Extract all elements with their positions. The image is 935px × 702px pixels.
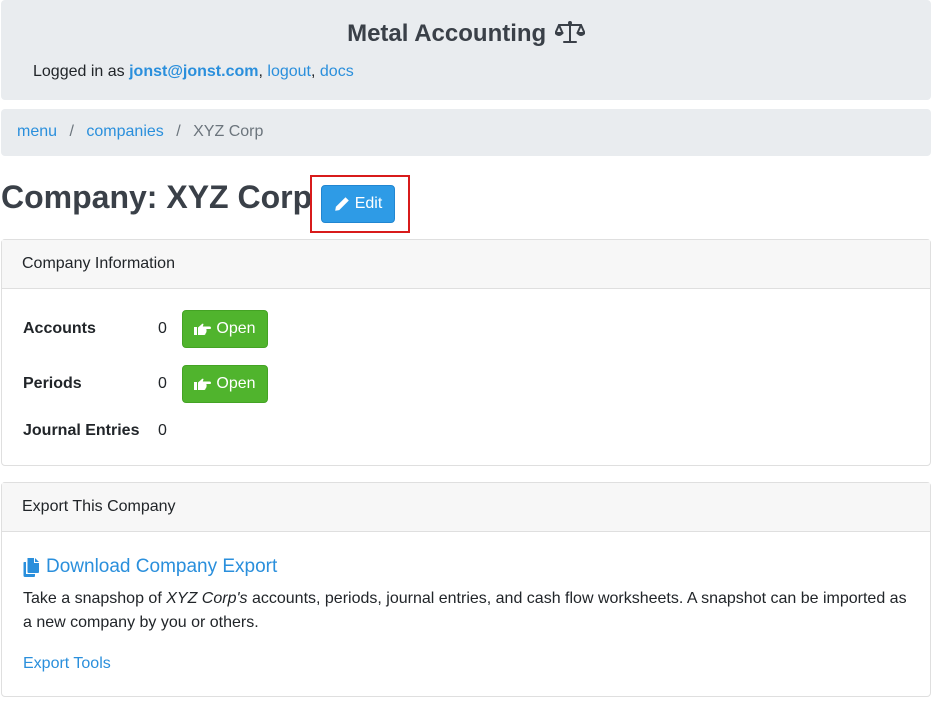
docs-link[interactable]: docs	[320, 63, 354, 80]
app-header: Metal Accounting Logged in as jonst@jons…	[1, 0, 931, 100]
export-tools-link[interactable]: Export Tools	[23, 655, 111, 673]
open-periods-button[interactable]: Open	[182, 365, 268, 403]
accounts-label: Accounts	[23, 320, 96, 337]
company-info-card: Company Information Accounts 0 Open Peri…	[1, 239, 931, 466]
logout-link[interactable]: logout	[267, 63, 311, 80]
comma-separator: ,	[258, 63, 263, 80]
download-export-link[interactable]: Download Company Export	[23, 556, 277, 578]
hand-pointing-icon	[194, 378, 212, 390]
accounts-row: Accounts 0 Open	[23, 310, 268, 348]
breadcrumb: menu / companies / XYZ Corp	[1, 109, 931, 156]
breadcrumb-separator: /	[69, 123, 74, 140]
open-accounts-label: Open	[216, 320, 256, 337]
pencil-icon	[334, 197, 349, 211]
app-title: Metal Accounting	[1, 20, 931, 51]
company-info-header: Company Information	[2, 240, 930, 289]
comma-separator: ,	[310, 63, 316, 80]
journal-entries-row: Journal Entries 0	[23, 422, 182, 440]
breadcrumb-menu-link[interactable]: menu	[17, 123, 57, 140]
periods-row: Periods 0 Open	[23, 365, 268, 403]
login-prefix: Logged in as	[33, 63, 125, 80]
journal-entries-count: 0	[158, 422, 167, 439]
login-status: Logged in as jonst@jonst.com, logout, do…	[33, 63, 354, 81]
journal-entries-label: Journal Entries	[23, 422, 140, 439]
user-email-link[interactable]: jonst@jonst.com	[129, 63, 258, 80]
edit-button[interactable]: Edit	[321, 185, 395, 223]
open-accounts-button[interactable]: Open	[182, 310, 268, 348]
page-title: Company: XYZ Corp	[1, 179, 313, 215]
balance-scale-icon	[554, 20, 586, 51]
copy-files-icon	[23, 557, 39, 577]
breadcrumb-companies-link[interactable]: companies	[86, 123, 163, 140]
breadcrumb-current: XYZ Corp	[193, 123, 264, 140]
breadcrumb-separator: /	[176, 123, 181, 140]
download-export-label: Download Company Export	[46, 556, 278, 577]
open-periods-label: Open	[216, 375, 256, 392]
export-desc-company: XYZ Corp's	[166, 590, 248, 607]
export-card: Export This Company Download Company Exp…	[1, 482, 931, 697]
periods-count: 0	[158, 375, 167, 392]
export-desc-prefix: Take a snapshop of	[23, 590, 162, 607]
app-title-text: Metal Accounting	[347, 20, 547, 47]
periods-label: Periods	[23, 375, 82, 392]
edit-button-label: Edit	[354, 195, 383, 212]
hand-pointing-icon	[194, 323, 212, 335]
export-header: Export This Company	[2, 483, 930, 532]
export-description: Take a snapshop of XYZ Corp's accounts, …	[23, 587, 918, 635]
accounts-count: 0	[158, 320, 167, 337]
